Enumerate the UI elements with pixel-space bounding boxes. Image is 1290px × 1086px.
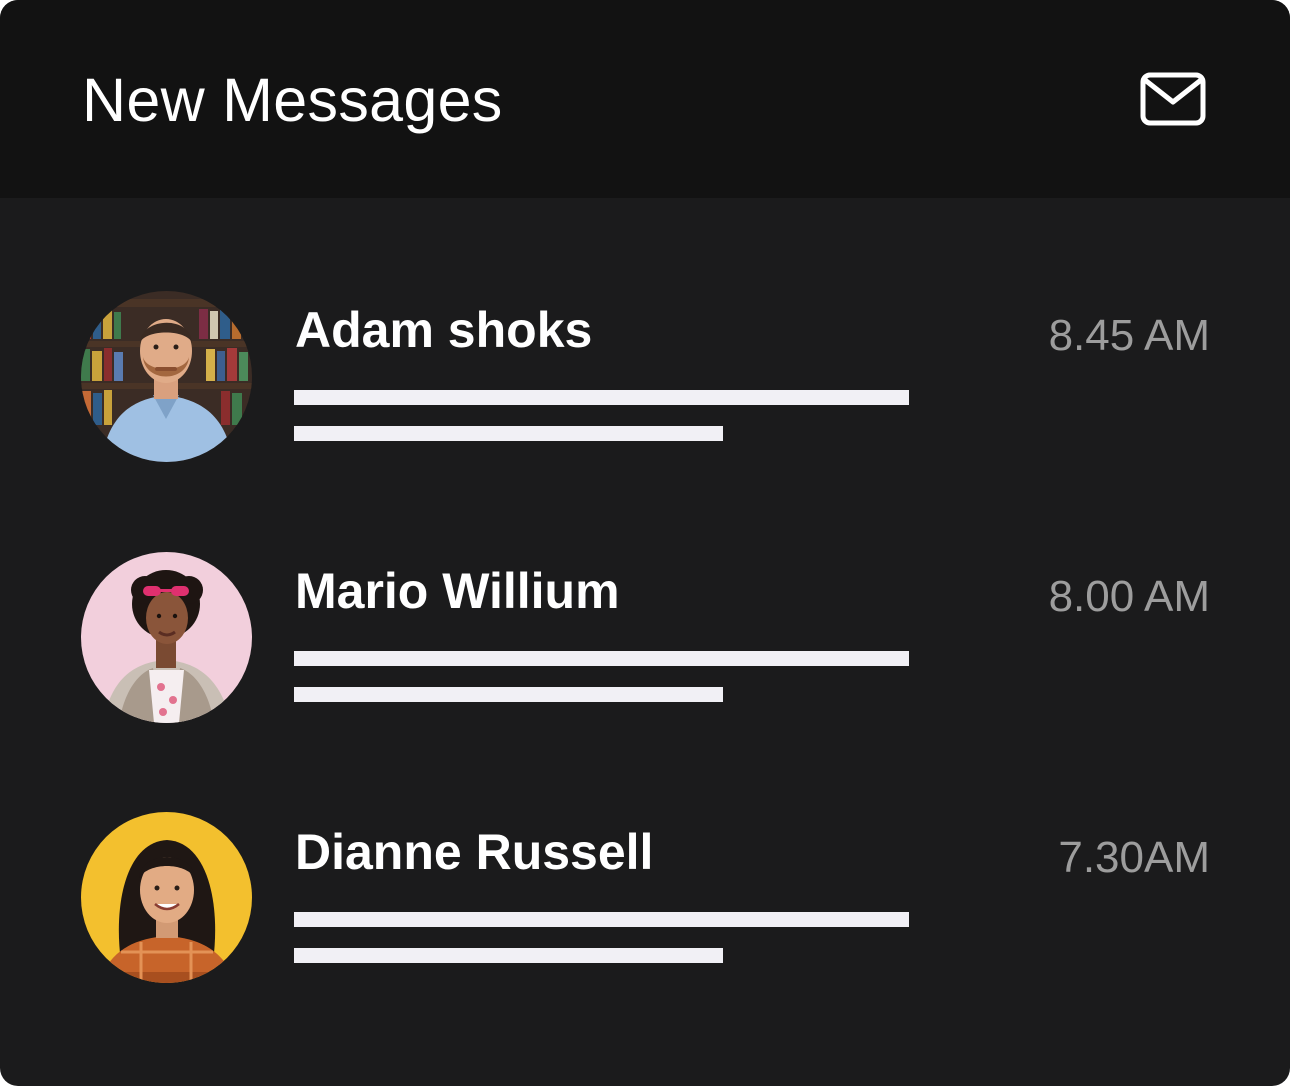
message-preview-line — [294, 651, 909, 666]
mail-icon — [1140, 72, 1206, 126]
sender-name: Adam shoks — [295, 302, 593, 358]
message-item[interactable]: Adam shoks 8.45 AM — [0, 290, 1290, 500]
card-header: New Messages — [0, 0, 1290, 198]
message-item[interactable]: Mario Willium 8.00 AM — [0, 552, 1290, 762]
avatar — [81, 552, 252, 723]
message-preview-line — [294, 687, 723, 702]
message-preview-line — [294, 912, 909, 927]
message-preview-line — [294, 948, 723, 963]
message-time: 8.45 AM — [1048, 311, 1210, 360]
message-item[interactable]: Dianne Russell 7.30AM — [0, 812, 1290, 1022]
sender-name: Dianne Russell — [295, 824, 654, 880]
avatar — [81, 812, 252, 983]
sender-name: Mario Willium — [295, 563, 620, 619]
messages-card: New Messages Adam shoks 8.45 AM Mario Wi… — [0, 0, 1290, 1086]
mail-button[interactable] — [1136, 68, 1210, 130]
message-preview-line — [294, 390, 909, 405]
message-preview-line — [294, 426, 723, 441]
message-time: 7.30AM — [1058, 833, 1210, 882]
message-time: 8.00 AM — [1048, 572, 1210, 621]
page-title: New Messages — [82, 66, 503, 134]
avatar — [81, 291, 252, 462]
